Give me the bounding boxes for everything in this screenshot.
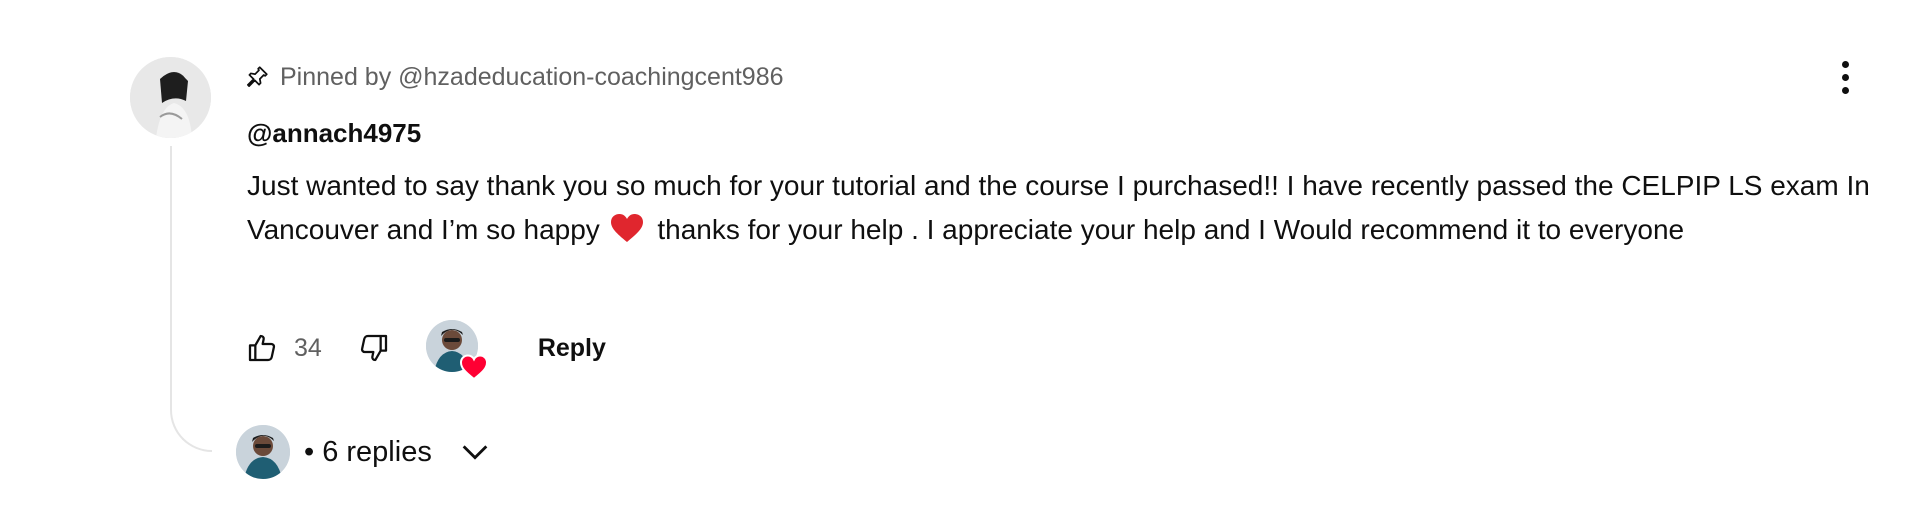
replies-count-label: • 6 replies: [304, 435, 432, 468]
comment-actions: 34 Reply: [244, 318, 606, 380]
comment-author[interactable]: @annach4975: [247, 116, 421, 150]
thumbs-down-icon: [360, 334, 387, 362]
more-vertical-icon-dot: [1841, 73, 1849, 81]
pinned-comment: Pinned by @hzadeducation-coachingcent986…: [0, 0, 1920, 516]
replier-avatar: [236, 425, 290, 479]
author-avatar[interactable]: [130, 57, 211, 138]
pinned-indicator: Pinned by @hzadeducation-coachingcent986: [244, 60, 784, 94]
pinned-by-label: Pinned by @hzadeducation-coachingcent986: [280, 62, 784, 91]
heart-icon: [459, 354, 488, 380]
comment-text: Just wanted to say thank you so much for…: [247, 164, 1887, 252]
reply-button[interactable]: Reply: [538, 334, 606, 363]
dislike-button[interactable]: [356, 330, 392, 366]
pin-icon: [244, 64, 270, 90]
red-heart-emoji-icon: [610, 212, 644, 242]
more-actions-button[interactable]: [1830, 52, 1860, 102]
more-vertical-icon-dot: [1841, 86, 1849, 94]
comment-text-part-2: thanks for your help . I appreciate your…: [649, 214, 1685, 245]
thumbs-up-icon: [248, 334, 276, 362]
more-vertical-icon-dot: [1841, 60, 1849, 68]
like-button[interactable]: [244, 330, 280, 366]
like-count: 34: [294, 333, 322, 362]
chevron-down-icon: [462, 445, 488, 460]
creator-heart-badge: [425, 320, 488, 380]
view-replies-button[interactable]: • 6 replies: [236, 424, 492, 480]
thread-connector-line: [170, 146, 212, 452]
